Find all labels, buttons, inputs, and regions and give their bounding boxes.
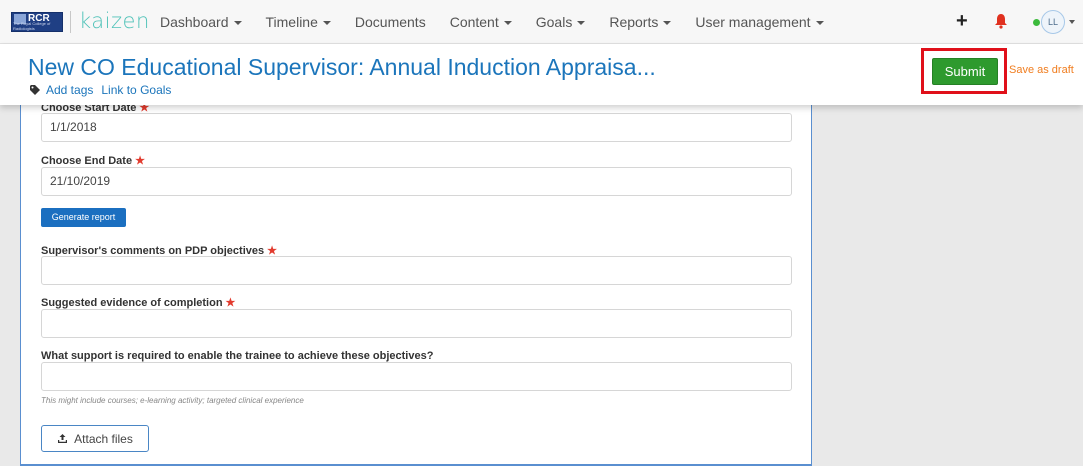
add-tags-link[interactable]: Add tags — [46, 83, 93, 97]
nav-goals-label: Goals — [535, 14, 573, 30]
brand-divider — [70, 11, 71, 33]
logo-subtext: The Royal College of Radiologists — [13, 21, 51, 31]
end-date-label-text: Choose End Date — [41, 155, 133, 167]
chevron-down-icon — [503, 21, 512, 26]
top-navbar: RCR The Royal College of Radiologists ka… — [0, 0, 1083, 44]
link-to-goals-link[interactable]: Link to Goals — [101, 83, 171, 97]
nav-documents-label: Documents — [354, 14, 426, 30]
nav-dashboard[interactable]: Dashboard — [160, 14, 242, 30]
nav-reports[interactable]: Reports — [609, 14, 672, 30]
submit-button[interactable]: Submit — [932, 58, 998, 85]
main-nav: Dashboard Timeline Documents Content Goa… — [160, 0, 848, 44]
upload-icon — [58, 434, 68, 443]
evidence-label: Suggested evidence of completion ★ — [41, 296, 235, 309]
evidence-label-text: Suggested evidence of completion — [41, 297, 223, 309]
online-status-dot — [1033, 19, 1040, 26]
support-input[interactable] — [41, 362, 792, 391]
chevron-down-icon — [815, 21, 824, 26]
chevron-down-icon — [663, 21, 672, 26]
page-title: New CO Educational Supervisor: Annual In… — [28, 54, 656, 80]
chevron-down-icon[interactable] — [1069, 20, 1075, 24]
nav-timeline[interactable]: Timeline — [266, 14, 331, 30]
evidence-input[interactable] — [41, 309, 792, 338]
form-title-bar: New CO Educational Supervisor: Annual In… — [0, 44, 1083, 105]
rcr-logo[interactable]: RCR The Royal College of Radiologists — [11, 12, 63, 32]
end-date-input[interactable]: 21/10/2019 — [41, 167, 792, 196]
attach-files-label: Attach files — [74, 431, 133, 446]
end-date-label: Choose End Date ★ — [41, 154, 145, 167]
nav-content-label: Content — [449, 14, 499, 30]
required-star-icon: ★ — [225, 297, 236, 309]
nav-timeline-label: Timeline — [265, 14, 318, 30]
tag-row: Add tags Link to Goals — [30, 83, 179, 97]
tag-icon — [30, 85, 40, 95]
save-as-draft-link[interactable]: Save as draft — [1009, 64, 1074, 76]
form-panel: Choose Start Date ★ 1/1/2018 Choose End D… — [20, 96, 812, 466]
bell-icon[interactable] — [994, 13, 1008, 29]
nav-reports-label: Reports — [609, 14, 659, 30]
chevron-down-icon — [322, 21, 331, 26]
support-hint: This might include courses; e-learning a… — [41, 396, 304, 405]
nav-documents[interactable]: Documents — [355, 14, 426, 30]
attach-files-button[interactable]: Attach files — [41, 425, 149, 452]
nav-goals[interactable]: Goals — [536, 14, 586, 30]
generate-report-button[interactable]: Generate report — [41, 208, 126, 227]
required-star-icon: ★ — [135, 155, 145, 167]
avatar[interactable]: LL — [1041, 10, 1065, 34]
support-label: What support is required to enable the t… — [41, 350, 434, 362]
nav-user-management-label: User management — [695, 14, 811, 30]
nav-dashboard-label: Dashboard — [160, 14, 229, 30]
kaizen-brand[interactable]: kaizen — [79, 9, 150, 33]
start-date-input[interactable]: 1/1/2018 — [41, 113, 792, 142]
chevron-down-icon — [233, 21, 242, 26]
plus-icon[interactable]: + — [956, 10, 968, 33]
nav-user-management[interactable]: User management — [695, 14, 824, 30]
chevron-down-icon — [577, 21, 586, 26]
nav-content[interactable]: Content — [450, 14, 512, 30]
pdp-comments-input[interactable] — [41, 256, 792, 285]
